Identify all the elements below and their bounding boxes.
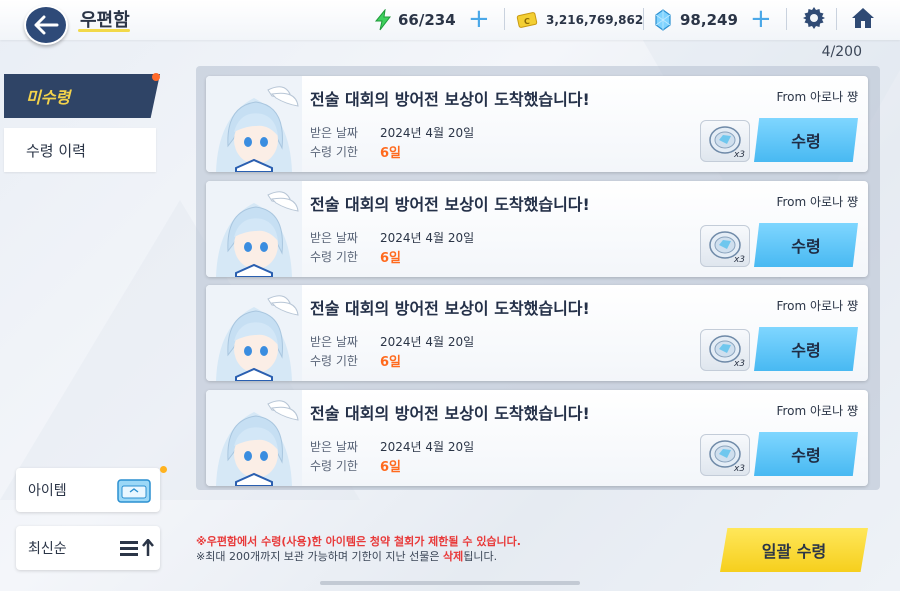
notice-withdrawal: ※우편함에서 수령(사용)한 아이템은 청약 철회가 제한될 수 있습니다. [196, 535, 521, 548]
notice-storage-suffix: 됩니다. [463, 550, 498, 563]
claim-button[interactable]: 수령 [754, 327, 858, 371]
add-ap-button[interactable]: + [468, 5, 490, 33]
claim-label: 수령 [791, 341, 821, 360]
home-button[interactable] [850, 6, 876, 34]
sender-portrait [206, 181, 302, 277]
mail-card: 전술 대회의 방어전 보상이 도착했습니다! From 아로나 쨩 받은 날짜 … [206, 285, 868, 381]
credit-icon: C [516, 12, 538, 28]
lightning-icon [374, 9, 392, 31]
claim-label: 수령 [791, 132, 821, 151]
sort-button[interactable]: 최신순 [16, 526, 160, 570]
deadline-value: 6일 [380, 251, 402, 266]
claim-all-label: 일괄 수령 [761, 542, 827, 561]
notification-badge [160, 466, 167, 473]
home-indicator [320, 581, 580, 585]
pyroxene-icon [655, 9, 671, 31]
mail-card: 전술 대회의 방어전 보상이 도착했습니다! From 아로나 쨩 받은 날짜 … [206, 181, 868, 277]
mail-count: 4/200 [821, 44, 862, 60]
tab-label: 미수령 [26, 88, 71, 107]
tab-unclaimed[interactable]: 미수령 [4, 74, 160, 118]
item-filter-button[interactable]: 아이템 [16, 468, 160, 512]
claim-button[interactable]: 수령 [754, 223, 858, 267]
notice-storage-highlight: 삭제 [442, 550, 464, 563]
reward-item[interactable]: x3 [700, 225, 750, 267]
reward-quantity: x3 [733, 464, 745, 474]
mail-sender: From 아로나 쨩 [776, 90, 858, 104]
notification-badge [152, 73, 160, 81]
mail-title: 전술 대회의 방어전 보상이 도착했습니다! [310, 195, 590, 214]
received-date-label: 받은 날짜 [310, 231, 358, 245]
notice-storage: ※최대 200개까지 보관 가능하며 기한이 지난 선물은 삭제됩니다. [196, 548, 497, 564]
home-icon [852, 8, 874, 28]
item-filter-label: 아이템 [28, 483, 67, 499]
sender-portrait [206, 76, 302, 172]
claim-label: 수령 [791, 237, 821, 256]
deadline-label: 수령 기한 [310, 459, 358, 473]
top-bar: 우편함 66/234 + C 3,216,769,862 98,249 + [0, 0, 900, 45]
divider [504, 8, 505, 30]
gear-icon [803, 7, 825, 29]
ap-display: 66/234 [374, 8, 456, 32]
mail-card: 전술 대회의 방어전 보상이 도착했습니다! From 아로나 쨩 받은 날짜 … [206, 390, 868, 486]
reward-quantity: x3 [733, 150, 745, 160]
settings-button[interactable] [802, 6, 826, 34]
sender-portrait [206, 390, 302, 486]
deadline-value: 6일 [380, 146, 402, 161]
item-box-icon [117, 479, 151, 503]
mail-sender: From 아로나 쨩 [776, 404, 858, 418]
claim-button[interactable]: 수령 [754, 432, 858, 476]
reward-quantity: x3 [733, 255, 745, 265]
mail-title: 전술 대회의 방어전 보상이 도착했습니다! [310, 90, 590, 109]
title-underline [78, 29, 130, 32]
sort-label: 최신순 [28, 541, 67, 557]
back-arrow-icon [34, 15, 59, 35]
deadline-value: 6일 [380, 355, 402, 370]
received-date-value: 2024년 4월 20일 [380, 126, 475, 140]
claim-label: 수령 [791, 446, 821, 465]
notice-storage-prefix: ※최대 200개까지 보관 가능하며 기한이 지난 선물은 [196, 550, 443, 563]
credits-display: C 3,216,769,862 [516, 8, 643, 32]
mail-card: 전술 대회의 방어전 보상이 도착했습니다! From 아로나 쨩 받은 날짜 … [206, 76, 868, 172]
divider [836, 8, 837, 30]
deadline-value: 6일 [380, 460, 402, 475]
mail-title: 전술 대회의 방어전 보상이 도착했습니다! [310, 299, 590, 318]
plus-icon: + [468, 4, 490, 34]
mail-sender: From 아로나 쨩 [776, 299, 858, 313]
ap-value: 66/234 [398, 11, 456, 29]
pyroxene-value: 98,249 [680, 11, 738, 29]
svg-text:C: C [524, 17, 530, 26]
deadline-label: 수령 기한 [310, 250, 358, 264]
deadline-label: 수령 기한 [310, 354, 358, 368]
mail-sender: From 아로나 쨩 [776, 195, 858, 209]
pyroxene-display: 98,249 [654, 8, 738, 32]
sender-portrait [206, 285, 302, 381]
reward-quantity: x3 [733, 359, 745, 369]
claim-all-button[interactable]: 일괄 수령 [720, 528, 868, 572]
back-button[interactable] [24, 5, 68, 45]
credits-value: 3,216,769,862 [546, 13, 644, 27]
sort-descending-icon [120, 539, 154, 556]
received-date-label: 받은 날짜 [310, 126, 358, 140]
reward-item[interactable]: x3 [700, 329, 750, 371]
tab-label: 수령 이력 [26, 141, 86, 160]
received-date-value: 2024년 4월 20일 [380, 231, 475, 245]
mail-title: 전술 대회의 방어전 보상이 도착했습니다! [310, 404, 590, 423]
reward-item[interactable]: x3 [700, 120, 750, 162]
reward-item[interactable]: x3 [700, 434, 750, 476]
received-date-label: 받은 날짜 [310, 440, 358, 454]
claim-button[interactable]: 수령 [754, 118, 858, 162]
tab-claim-history[interactable]: 수령 이력 [4, 128, 156, 172]
received-date-value: 2024년 4월 20일 [380, 335, 475, 349]
received-date-value: 2024년 4월 20일 [380, 440, 475, 454]
divider [643, 8, 644, 30]
plus-icon: + [750, 4, 772, 34]
divider [786, 8, 787, 30]
received-date-label: 받은 날짜 [310, 335, 358, 349]
deadline-label: 수령 기한 [310, 145, 358, 159]
add-pyroxene-button[interactable]: + [750, 5, 772, 33]
